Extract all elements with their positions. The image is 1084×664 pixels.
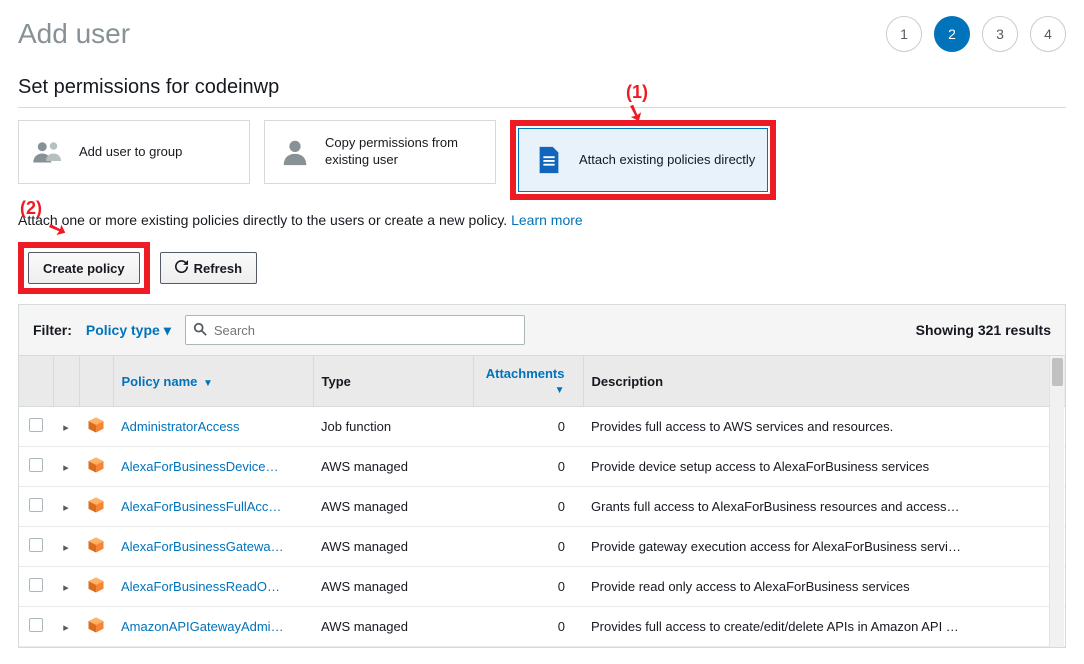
row-checkbox[interactable] <box>29 498 43 512</box>
policy-description: Grants full access to AlexaForBusiness r… <box>583 487 1065 527</box>
table-row: ▸ AlexaForBusinessFullAcc… AWS managed0Gra… <box>19 487 1065 527</box>
step-1[interactable]: 1 <box>886 16 922 52</box>
expand-caret-icon[interactable]: ▸ <box>63 422 69 434</box>
policy-type: AWS managed <box>313 567 473 607</box>
create-policy-button[interactable]: Create policy <box>28 252 140 284</box>
sort-down-icon: ▼ <box>203 378 213 389</box>
policy-type: AWS managed <box>313 527 473 567</box>
col-expand <box>53 356 79 407</box>
policy-attachments: 0 <box>473 527 583 567</box>
expand-caret-icon[interactable]: ▸ <box>63 542 69 554</box>
policy-name-link[interactable]: AdministratorAccess <box>121 419 239 434</box>
option-add-to-group[interactable]: Add user to group <box>18 120 250 184</box>
expand-caret-icon[interactable]: ▸ <box>63 462 69 474</box>
option-label: Add user to group <box>79 144 182 161</box>
option-copy-permissions[interactable]: Copy permissions from existing user <box>264 120 496 184</box>
divider <box>18 107 1066 108</box>
policy-name-link[interactable]: AlexaForBusinessReadO… <box>121 579 280 594</box>
policy-attachments: 0 <box>473 407 583 447</box>
policy-attachments: 0 <box>473 567 583 607</box>
policy-cube-icon <box>87 542 105 557</box>
annotation-box-1: (1) ➘ Attach existing policies directly <box>510 120 776 200</box>
sort-down-icon: ▼ <box>555 385 565 396</box>
table-row: ▸ AlexaForBusinessDevice… AWS managed0Prov… <box>19 447 1065 487</box>
policy-type: AWS managed <box>313 607 473 647</box>
expand-caret-icon[interactable]: ▸ <box>63 582 69 594</box>
policy-attachments: 0 <box>473 607 583 647</box>
users-group-icon <box>31 134 67 170</box>
col-attachments[interactable]: Attachments ▼ <box>473 356 583 407</box>
search-input[interactable] <box>185 315 525 345</box>
filter-type-text: Policy type <box>86 322 160 338</box>
scrollbar[interactable] <box>1049 356 1064 647</box>
section-title: Set permissions for codeinwp <box>18 76 1066 99</box>
policy-description: Provides full access to AWS services and… <box>583 407 1065 447</box>
step-indicator: 1 2 3 4 <box>886 16 1066 52</box>
policy-name-link[interactable]: AlexaForBusinessDevice… <box>121 459 279 474</box>
user-icon <box>277 134 313 170</box>
refresh-label: Refresh <box>194 261 242 276</box>
policy-cube-icon <box>87 422 105 437</box>
policy-attachments: 0 <box>473 487 583 527</box>
policy-type: AWS managed <box>313 487 473 527</box>
col-description[interactable]: Description <box>583 356 1065 407</box>
policy-description: Provide read only access to AlexaForBusi… <box>583 567 1065 607</box>
results-count: Showing 321 results <box>916 322 1051 338</box>
helper-text: Attach one or more existing policies dir… <box>18 212 1066 228</box>
policy-type: Job function <box>313 407 473 447</box>
policy-cube-icon <box>87 622 105 637</box>
policy-attachments: 0 <box>473 447 583 487</box>
step-2[interactable]: 2 <box>934 16 970 52</box>
page-title: Add user <box>18 18 130 50</box>
col-checkbox <box>19 356 53 407</box>
policy-name-link[interactable]: AmazonAPIGatewayAdmi… <box>121 619 284 634</box>
policy-description: Provides full access to create/edit/dele… <box>583 607 1065 647</box>
table-row: ▸ AlexaForBusinessGatewa… AWS managed0Prov… <box>19 527 1065 567</box>
annotation-box-2: (2) ➘ Create policy <box>18 242 150 294</box>
row-checkbox[interactable] <box>29 418 43 432</box>
col-type[interactable]: Type <box>313 356 473 407</box>
policy-cube-icon <box>87 502 105 517</box>
step-3[interactable]: 3 <box>982 16 1018 52</box>
row-checkbox[interactable] <box>29 538 43 552</box>
col-icon <box>79 356 113 407</box>
col-policy-name[interactable]: Policy name ▼ <box>113 356 313 407</box>
row-checkbox[interactable] <box>29 578 43 592</box>
policy-cube-icon <box>87 582 105 597</box>
option-label: Copy permissions from existing user <box>325 135 483 169</box>
step-4[interactable]: 4 <box>1030 16 1066 52</box>
row-checkbox[interactable] <box>29 618 43 632</box>
policy-type: AWS managed <box>313 447 473 487</box>
refresh-button[interactable]: Refresh <box>160 252 257 284</box>
table-row: ▸ AdministratorAccess Job function0Provide… <box>19 407 1065 447</box>
policy-description: Provide device setup access to AlexaForB… <box>583 447 1065 487</box>
annotation-2-label: (2) <box>20 198 42 219</box>
search-icon <box>193 322 207 339</box>
document-icon <box>531 142 567 178</box>
policy-cube-icon <box>87 462 105 477</box>
row-checkbox[interactable] <box>29 458 43 472</box>
expand-caret-icon[interactable]: ▸ <box>63 622 69 634</box>
option-attach-policies[interactable]: Attach existing policies directly <box>518 128 768 192</box>
table-row: ▸ AlexaForBusinessReadO… AWS managed0Provi… <box>19 567 1065 607</box>
filter-label: Filter: <box>33 322 72 338</box>
policy-name-link[interactable]: AlexaForBusinessFullAcc… <box>121 499 281 514</box>
policy-name-link[interactable]: AlexaForBusinessGatewa… <box>121 539 284 554</box>
table-row: ▸ AmazonAPIGatewayAdmi… AWS managed0Provid… <box>19 607 1065 647</box>
option-label: Attach existing policies directly <box>579 152 755 169</box>
learn-more-link[interactable]: Learn more <box>511 212 583 228</box>
expand-caret-icon[interactable]: ▸ <box>63 502 69 514</box>
refresh-icon <box>175 260 188 276</box>
filter-type-dropdown[interactable]: Policy type ▾ <box>86 322 171 339</box>
chevron-down-icon: ▾ <box>164 322 171 339</box>
policy-description: Provide gateway execution access for Ale… <box>583 527 1065 567</box>
